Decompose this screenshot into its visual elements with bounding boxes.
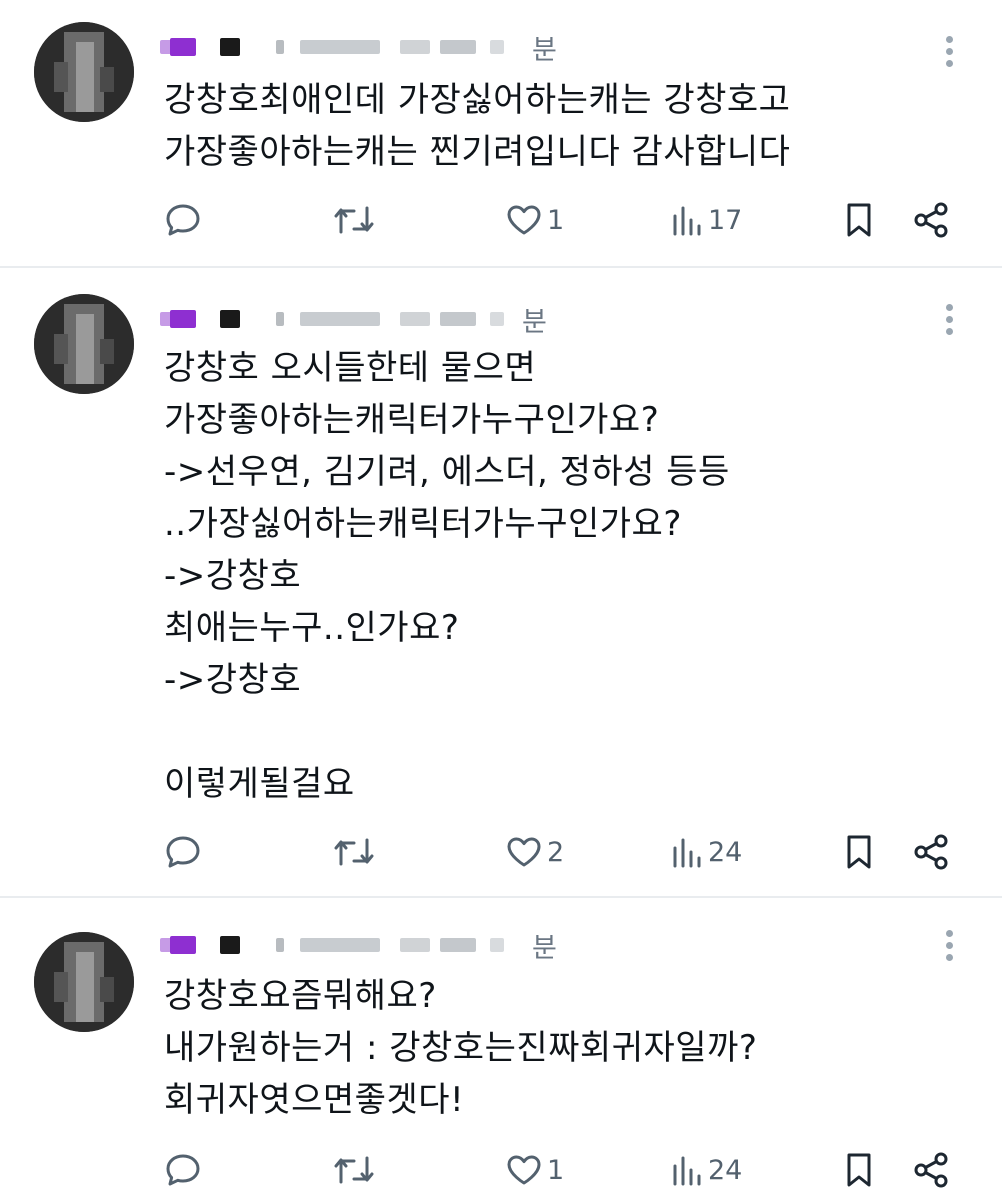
avatar[interactable] xyxy=(34,22,134,122)
tweet-text: 강창호최애인데 가장싫어하는캐는 강창호고 가장좋아하는캐는 찐기려입니다 감사… xyxy=(164,80,791,172)
reply-icon xyxy=(164,202,202,238)
retweet-icon xyxy=(332,1152,376,1188)
bookmark-button[interactable] xyxy=(842,1150,876,1190)
tweet-text: 강창호 오시들한테 물으면 가장좋아하는캐릭터가누구인가요? ->선우연, 김기… xyxy=(164,348,730,804)
bar-chart-icon xyxy=(670,202,704,238)
bookmark-icon xyxy=(842,201,876,239)
share-button[interactable] xyxy=(911,200,951,240)
retweet-icon xyxy=(332,834,376,870)
more-icon[interactable] xyxy=(946,304,954,340)
bar-chart-icon xyxy=(670,834,704,870)
retweet-button[interactable] xyxy=(332,832,376,872)
views-button[interactable]: 17 xyxy=(670,200,742,240)
heart-icon xyxy=(505,202,543,238)
views-button[interactable]: 24 xyxy=(670,1150,742,1190)
tweet[interactable]: 분 강창호요즘뭐해요? 내가원하는거 : 강창호는진짜회귀자일까? 회귀자엿으면… xyxy=(0,898,1002,1200)
like-button[interactable]: 2 xyxy=(505,832,564,872)
reply-button[interactable] xyxy=(164,832,202,872)
bookmark-icon xyxy=(842,833,876,871)
timestamp[interactable]: 분 xyxy=(532,926,557,965)
share-button[interactable] xyxy=(911,1150,951,1190)
avatar[interactable] xyxy=(34,294,134,394)
reply-icon xyxy=(164,834,202,870)
timestamp[interactable]: 분 xyxy=(532,28,557,67)
like-button[interactable]: 1 xyxy=(505,200,564,240)
timestamp[interactable]: 분 xyxy=(522,300,547,339)
bookmark-icon xyxy=(842,1151,876,1189)
share-icon xyxy=(911,833,951,871)
retweet-button[interactable] xyxy=(332,200,376,240)
tweet-text: 강창호요즘뭐해요? 내가원하는거 : 강창호는진짜회귀자일까? 회귀자엿으면좋겟… xyxy=(164,976,758,1120)
more-icon[interactable] xyxy=(946,36,954,72)
share-icon xyxy=(911,1151,951,1189)
like-count: 2 xyxy=(547,836,565,868)
heart-icon xyxy=(505,1152,543,1188)
share-button[interactable] xyxy=(911,832,951,872)
avatar[interactable] xyxy=(34,932,134,1032)
author-header[interactable]: 분 xyxy=(160,304,580,338)
action-bar: 1 24 xyxy=(0,1150,1002,1190)
action-bar: 2 24 xyxy=(0,832,1002,872)
view-count: 24 xyxy=(708,836,743,868)
author-header[interactable]: 분 xyxy=(160,930,580,964)
tweet[interactable]: 분 강창호 오시들한테 물으면 가장좋아하는캐릭터가누구인가요? ->선우연, … xyxy=(0,268,1002,894)
bookmark-button[interactable] xyxy=(842,200,876,240)
action-bar: 1 17 xyxy=(0,200,1002,240)
like-count: 1 xyxy=(547,1154,565,1186)
heart-icon xyxy=(505,834,543,870)
retweet-button[interactable] xyxy=(332,1150,376,1190)
author-header[interactable]: 분 xyxy=(160,32,580,66)
view-count: 17 xyxy=(708,204,743,236)
share-icon xyxy=(911,201,951,239)
reply-icon xyxy=(164,1152,202,1188)
views-button[interactable]: 24 xyxy=(670,832,742,872)
more-icon[interactable] xyxy=(946,930,954,966)
view-count: 24 xyxy=(708,1154,743,1186)
tweet[interactable]: 분 강창호최애인데 가장싫어하는캐는 강창호고 가장좋아하는캐는 찐기려입니다 … xyxy=(0,0,1002,266)
reply-button[interactable] xyxy=(164,200,202,240)
like-count: 1 xyxy=(547,204,565,236)
retweet-icon xyxy=(332,202,376,238)
bar-chart-icon xyxy=(670,1152,704,1188)
reply-button[interactable] xyxy=(164,1150,202,1190)
bookmark-button[interactable] xyxy=(842,832,876,872)
like-button[interactable]: 1 xyxy=(505,1150,564,1190)
